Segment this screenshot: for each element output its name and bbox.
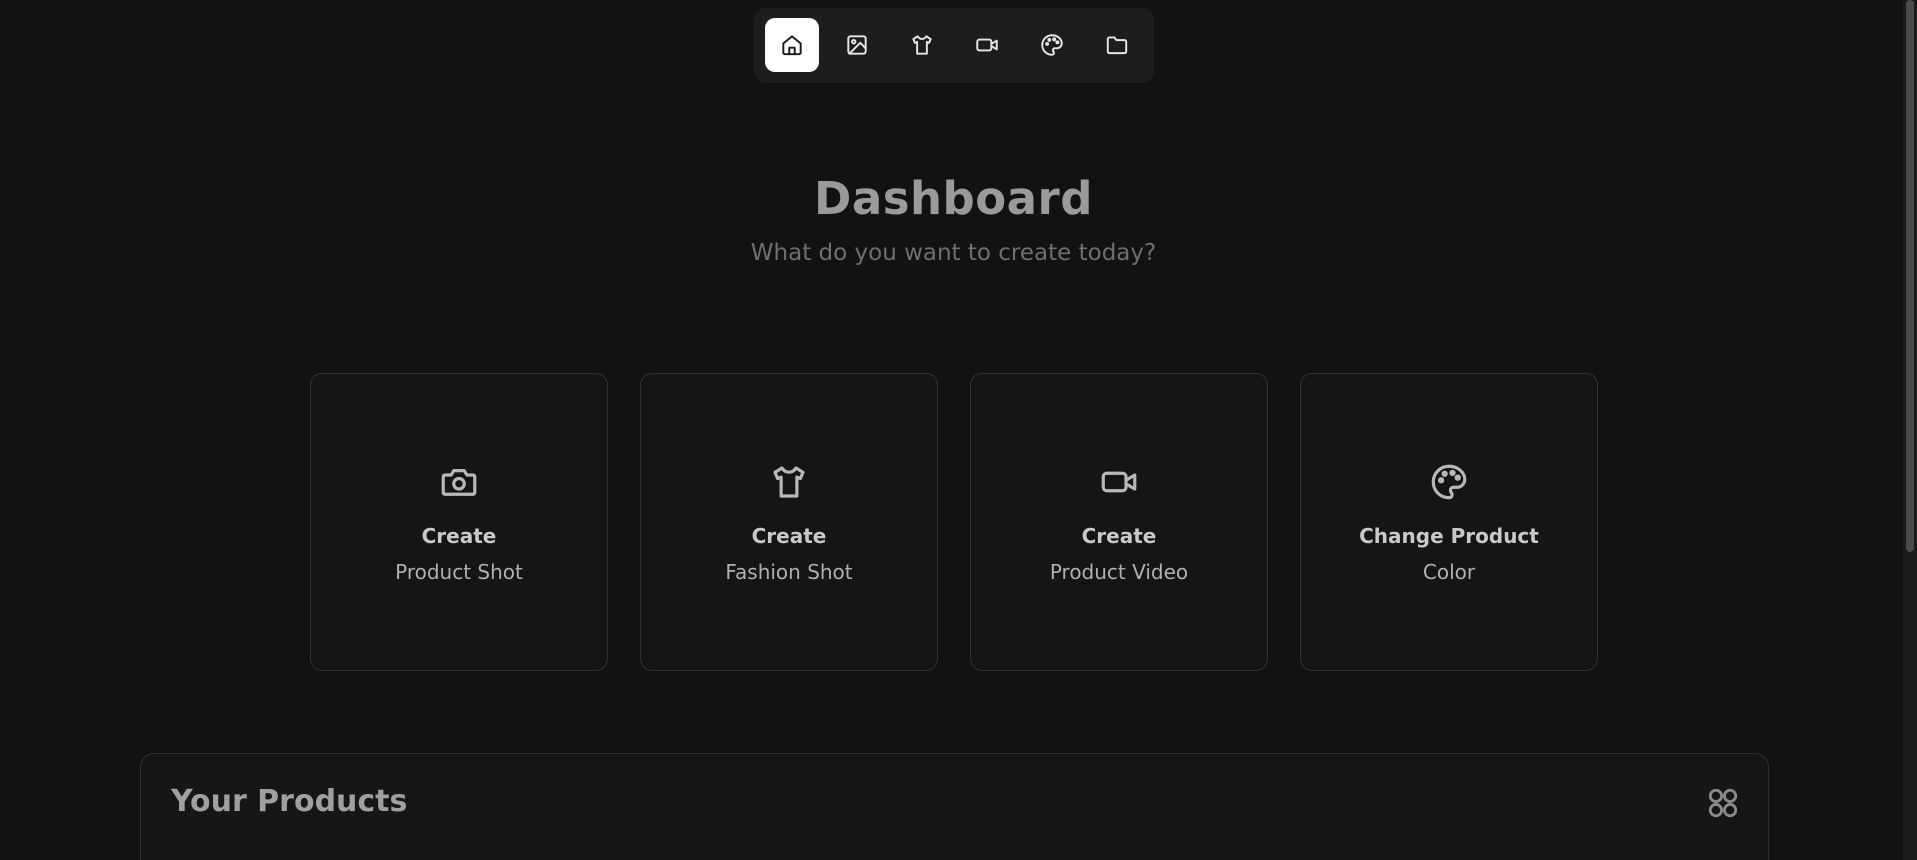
page-title: Dashboard [814,172,1093,225]
grid-view-icon[interactable] [1706,786,1740,820]
create-product-video-card[interactable]: Create Product Video [970,373,1268,671]
card-title: Create [421,524,497,548]
change-product-color-card[interactable]: Change Product Color [1300,373,1598,671]
video-icon [1101,471,1137,493]
card-subtitle: Fashion Shot [725,560,853,584]
nav-home-button[interactable] [765,18,819,72]
video-icon [976,38,998,52]
products-title: Your Products [171,784,408,819]
card-icon-wrap [971,461,1267,503]
card-icon-wrap [1301,461,1597,503]
shirt-icon [773,466,805,498]
shirt-icon [912,35,932,55]
card-title: Change Product [1359,524,1539,548]
grid-view-icon [1708,788,1738,818]
card-title: Create [751,524,827,548]
top-navigation [754,8,1154,83]
image-icon [847,35,867,55]
home-icon [782,35,802,56]
nav-color-button[interactable] [1025,18,1079,72]
palette-icon [1041,34,1063,56]
card-icon-wrap [641,461,937,503]
nav-video-button[interactable] [960,18,1014,72]
create-product-shot-card[interactable]: Create Product Shot [310,373,608,671]
create-fashion-shot-card[interactable]: Create Fashion Shot [640,373,938,671]
your-products-panel: Your Products [140,753,1769,860]
folder-icon [1106,36,1128,55]
page-scrollbar[interactable] [1903,0,1917,860]
card-icon-wrap [311,461,607,503]
card-title: Create [1081,524,1157,548]
dashboard-page: Dashboard What do you want to create tod… [0,0,1917,860]
card-subtitle: Color [1422,560,1476,584]
nav-files-button[interactable] [1090,18,1144,72]
card-subtitle: Product Shot [395,560,523,584]
card-subtitle: Product Video [1049,560,1189,584]
nav-fashion-button[interactable] [895,18,949,72]
page-subtitle: What do you want to create today? [750,240,1157,266]
scrollbar-thumb[interactable] [1906,0,1914,552]
nav-images-button[interactable] [830,18,884,72]
camera-icon [441,469,477,496]
palette-icon [1431,464,1467,500]
